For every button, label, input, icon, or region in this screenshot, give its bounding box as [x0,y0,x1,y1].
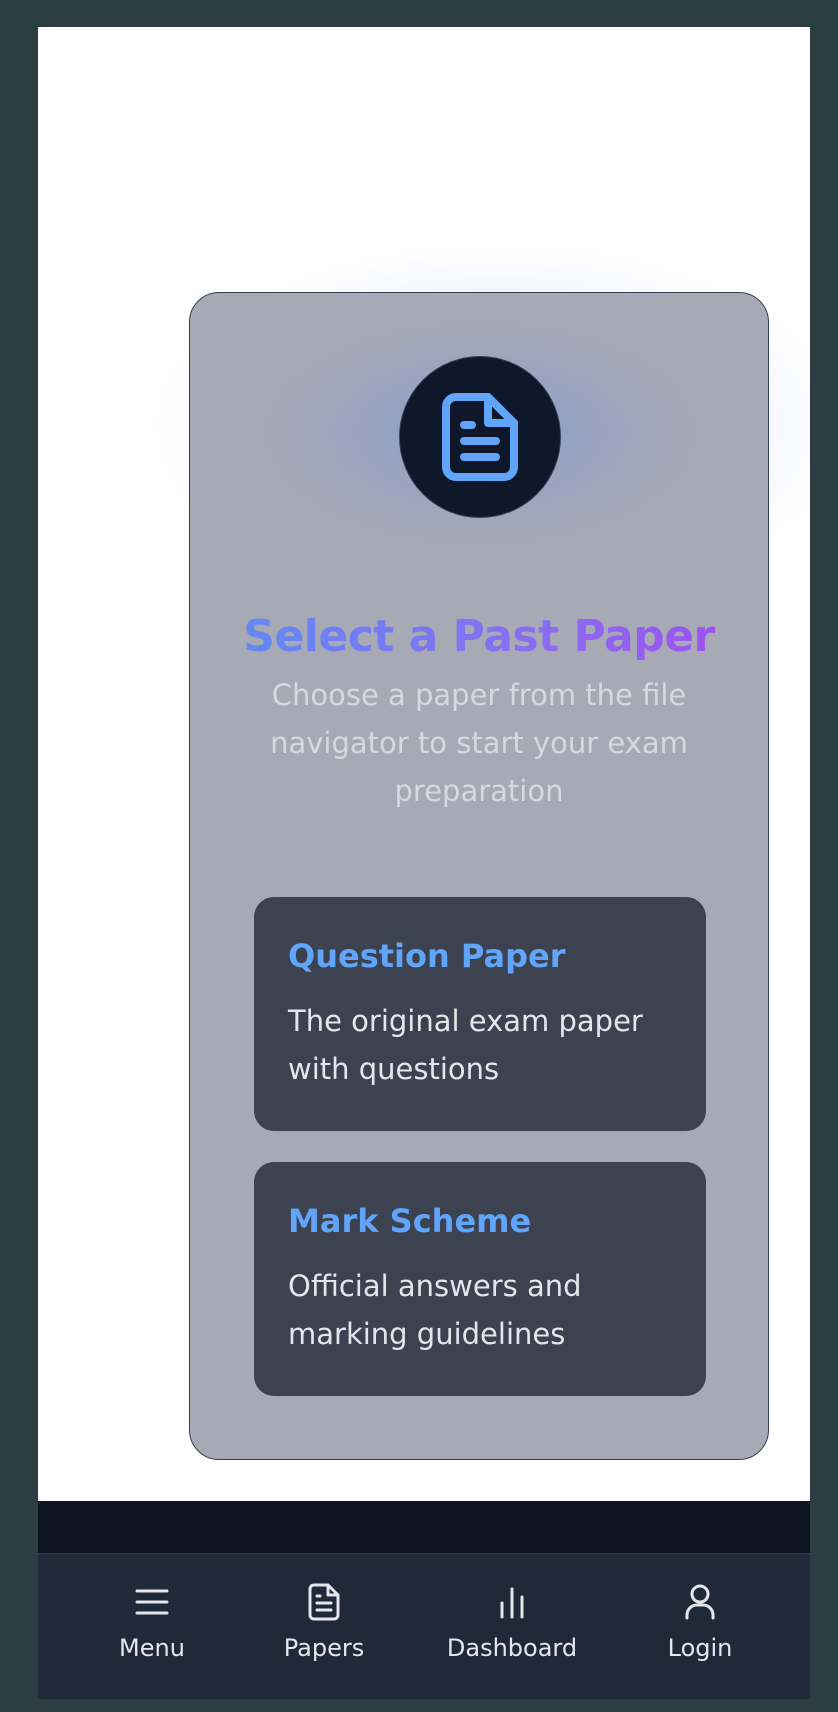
nav-label: Login [667,1634,733,1662]
select-paper-card: Select a Past Paper Choose a paper from … [189,292,769,1460]
bar-chart-icon [497,1582,527,1622]
document-icon [442,393,518,481]
app-viewport: Select a Past Paper Choose a paper from … [38,27,810,1699]
user-icon [684,1582,716,1622]
document-icon-badge [399,356,561,518]
nav-label: Menu [119,1634,185,1662]
option-title: Mark Scheme [288,1202,532,1240]
page-title: Select a Past Paper [190,611,768,662]
option-description: Official answers and marking guidelines [288,1269,582,1351]
nav-label: Papers [283,1634,365,1662]
question-paper-option[interactable]: Question Paper The original exam paper w… [254,897,706,1131]
nav-item-papers[interactable]: Papers [262,1554,386,1699]
option-title: Question Paper [288,937,566,975]
nav-item-dashboard[interactable]: Dashboard [442,1554,582,1699]
option-description: The original exam paper with questions [288,1004,643,1086]
bottom-navigation: Menu Papers Dashboard Login [38,1553,810,1699]
footer-strip [38,1501,810,1553]
menu-icon [135,1582,169,1622]
mark-scheme-option[interactable]: Mark Scheme Official answers and marking… [254,1162,706,1396]
page-subtitle: Choose a paper from the file navigator t… [270,678,688,808]
nav-item-menu[interactable]: Menu [90,1554,214,1699]
document-icon [308,1582,340,1622]
nav-label: Dashboard [446,1634,578,1662]
nav-item-login[interactable]: Login [652,1554,748,1699]
